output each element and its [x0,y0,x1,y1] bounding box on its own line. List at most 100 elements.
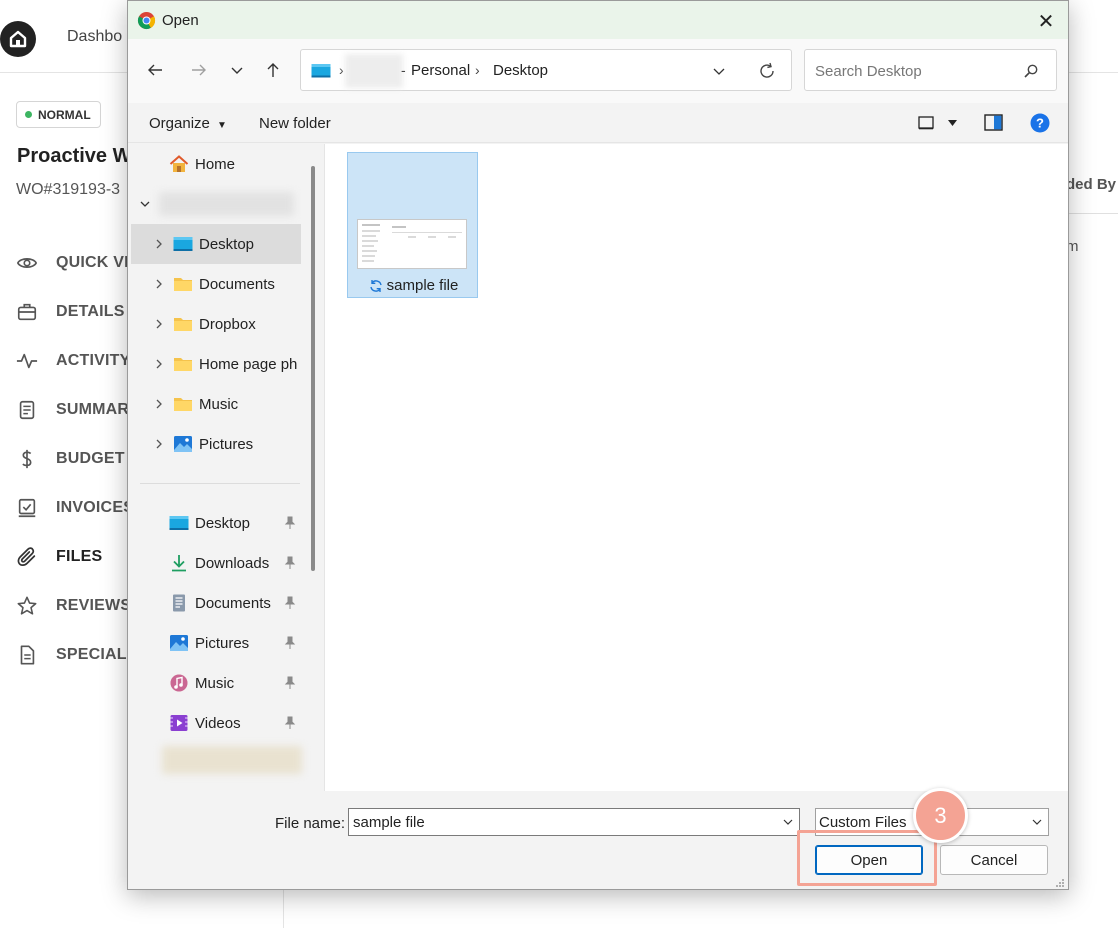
side-item-label: BUDGET [56,449,125,467]
chevron-right-icon[interactable] [145,279,173,289]
tree-item-label: Music [199,395,239,413]
address-history-chevron-icon[interactable] [711,63,727,79]
chevron-right-icon[interactable] [145,399,173,409]
quick-access-downloads[interactable]: Downloads [131,543,301,583]
chevron-down-icon[interactable] [1031,816,1043,828]
chevron-right-icon[interactable] [145,439,173,449]
quick-access-label: Documents [195,594,271,612]
chevron-right-icon[interactable] [145,239,173,249]
help-icon[interactable]: ? [1030,113,1050,133]
file-name-input-value: sample file [353,814,425,831]
side-item-label: REVIEWS [56,596,132,614]
thumb-line [362,255,375,257]
work-order-title: Proactive W [17,145,132,167]
command-toolbar: Organize ▼ New folder ? [128,103,1068,143]
file-name-text: sample file [386,277,459,294]
pictures-icon [169,634,189,652]
tree-item-user-profile[interactable] [131,184,301,224]
folder-icon [173,315,193,333]
tree-item-home[interactable]: Home [131,144,301,184]
breadcrumb-chevron-icon: › [475,62,480,78]
chevron-down-icon[interactable] [131,199,159,209]
pin-icon[interactable] [283,716,297,730]
tree-item-home-page-photos[interactable]: Home page ph [131,344,301,384]
dialog-footer: File name: sample file Custom Files Open… [128,788,1068,889]
organize-menu[interactable]: Organize ▼ [149,115,227,132]
paperclip-icon [17,546,36,566]
tree-item-dropbox[interactable]: Dropbox [131,304,301,344]
chevron-right-icon[interactable] [145,359,173,369]
side-item-details[interactable]: DETAILS [16,287,143,336]
pin-icon[interactable] [283,676,297,690]
view-options-icon[interactable] [918,116,934,130]
desktop-folder-icon [169,514,189,532]
navigation-pane: Home Desktop Documents Dropbox Home page… [128,144,324,791]
chevron-down-icon[interactable] [782,816,794,828]
close-button[interactable]: ✕ [1032,9,1060,33]
app-logo-icon[interactable] [0,21,36,57]
tree-item-music[interactable]: Music [131,384,301,424]
tree-item-pictures[interactable]: Pictures [131,424,301,464]
side-item-label: DETAILS [56,302,125,320]
quick-access-music[interactable]: Music [131,663,301,703]
quick-access-pictures[interactable]: Pictures [131,623,301,663]
thumb-line [408,236,416,238]
pin-icon[interactable] [283,516,297,530]
home-icon [169,155,189,173]
pin-icon[interactable] [283,556,297,570]
nav-dashboard-link[interactable]: Dashbo [67,28,122,46]
file-name-input[interactable]: sample file [348,808,800,836]
forward-button[interactable] [184,55,214,85]
breadcrumb-desktop[interactable]: Desktop [493,62,548,79]
thumb-line [392,232,462,233]
tree-item-label: Documents [199,275,275,293]
file-thumbnail [357,219,467,269]
quick-access-desktop[interactable]: Desktop [131,503,301,543]
file-item-sample-file[interactable]: sample file [347,152,478,298]
recent-locations-button[interactable] [222,55,252,85]
side-item-activity[interactable]: ACTIVITY [16,336,143,385]
thumb-line [448,236,456,238]
preview-pane-icon[interactable] [984,114,1003,131]
chevron-right-icon[interactable] [145,319,173,329]
status-badge-label: NORMAL [38,107,91,122]
side-item-summary[interactable]: SUMMAR [16,385,143,434]
side-item-budget[interactable]: BUDGET [16,434,143,483]
tree-item-documents[interactable]: Documents [131,264,301,304]
pin-icon[interactable] [283,596,297,610]
search-box[interactable]: Search Desktop [804,49,1057,91]
side-item-reviews[interactable]: REVIEWS [16,581,143,630]
divider [1066,213,1118,214]
thumb-line [362,260,374,262]
dialog-titlebar[interactable]: Open ✕ [128,1,1068,39]
tree-item-label: Desktop [199,235,255,253]
breadcrumb-personal[interactable]: Personal [411,62,470,79]
side-item-invoices[interactable]: INVOICES [16,483,143,532]
view-dropdown-caret-icon[interactable] [948,120,957,126]
resize-grip-icon[interactable] [1053,878,1065,888]
tutorial-highlight-box [797,830,937,886]
address-bar[interactable]: › - Personal › Desktop [300,49,792,91]
column-header-added-by: ded By [1066,176,1117,193]
pictures-icon [173,435,193,453]
pin-icon[interactable] [283,636,297,650]
desktop-folder-icon [311,64,331,78]
svg-text:?: ? [1036,116,1044,131]
side-item-special-notes[interactable]: SPECIAL N [16,630,143,679]
redacted-profile-name [159,192,294,216]
quick-access-documents[interactable]: Documents [131,583,301,623]
back-button[interactable] [140,55,170,85]
breadcrumb-separator: - [401,62,406,78]
cancel-button[interactable]: Cancel [940,845,1048,875]
thumb-line [362,230,380,232]
navigation-scrollbar[interactable] [311,166,315,571]
new-folder-button[interactable]: New folder [259,115,331,132]
refresh-icon[interactable] [757,61,777,81]
up-button[interactable] [258,55,288,85]
side-item-files[interactable]: FILES [16,532,143,581]
sync-icon [369,279,382,292]
side-item-quick-view[interactable]: QUICK VIE [16,238,143,287]
tree-item-desktop[interactable]: Desktop [131,224,301,264]
breadcrumb-chevron-icon: › [339,62,344,78]
quick-access-videos[interactable]: Videos [131,703,301,743]
